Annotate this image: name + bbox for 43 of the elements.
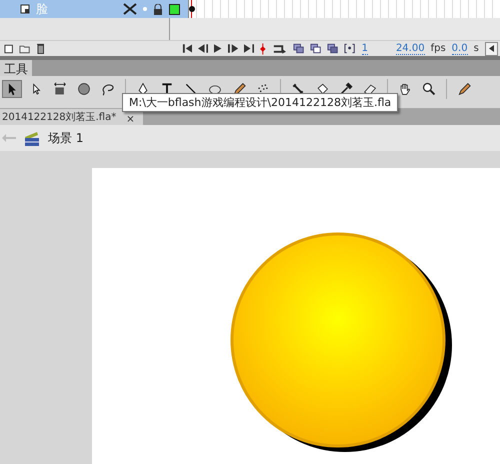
new-layer-icon[interactable] (4, 44, 14, 54)
scene-clapper-icon[interactable] (24, 130, 40, 146)
time-unit: s (474, 43, 479, 54)
loop-icon[interactable] (272, 44, 287, 54)
close-tab-button[interactable]: × (126, 114, 135, 125)
elapsed-time[interactable]: 0.0 (452, 42, 468, 54)
scroll-left-button[interactable] (484, 42, 498, 56)
folder-icon[interactable] (19, 44, 31, 54)
tools-panel-tab[interactable]: 工具 (0, 60, 32, 76)
keyframe-dot (189, 6, 195, 12)
trash-icon[interactable] (36, 43, 44, 54)
scene-name[interactable]: 场景 1 (48, 130, 84, 146)
dot-icon[interactable] (143, 7, 147, 11)
onion-skin-icon[interactable] (292, 43, 304, 54)
zoom-icon (422, 82, 436, 96)
bone-icon (291, 82, 305, 96)
sphere-icon (77, 82, 91, 96)
last-frame-icon[interactable] (244, 44, 254, 53)
document-title: 2014122128刘茗玉.fla* (2, 110, 116, 124)
center-frame-icon[interactable] (260, 42, 266, 54)
step-forward-icon[interactable] (228, 44, 238, 53)
onion-outline-icon[interactable] (310, 43, 322, 54)
edit-frames-icon[interactable] (327, 43, 338, 54)
document-tab[interactable]: 2014122128刘茗玉.fla* × (0, 109, 143, 125)
arrow-tool[interactable] (2, 80, 22, 98)
pen-icon (136, 82, 150, 96)
layer-name: 脸 (36, 0, 48, 18)
layer-icon (20, 4, 30, 14)
hand-icon (398, 82, 412, 96)
lasso-icon (101, 82, 115, 96)
text-icon (160, 82, 174, 96)
current-frame[interactable]: 1 (362, 42, 368, 54)
transform3d-icon (53, 82, 67, 96)
line-icon (184, 82, 198, 96)
lock-icon[interactable] (153, 4, 163, 14)
play-icon[interactable] (214, 44, 222, 53)
markers-icon[interactable] (344, 43, 356, 54)
frame-rate[interactable]: 24.00 (396, 42, 425, 54)
left-arrow-icon (488, 45, 494, 52)
fps-unit: fps (430, 43, 446, 54)
step-back-icon[interactable] (198, 44, 208, 53)
outline-color-swatch[interactable] (169, 4, 180, 14)
first-frame-icon[interactable] (182, 44, 192, 53)
